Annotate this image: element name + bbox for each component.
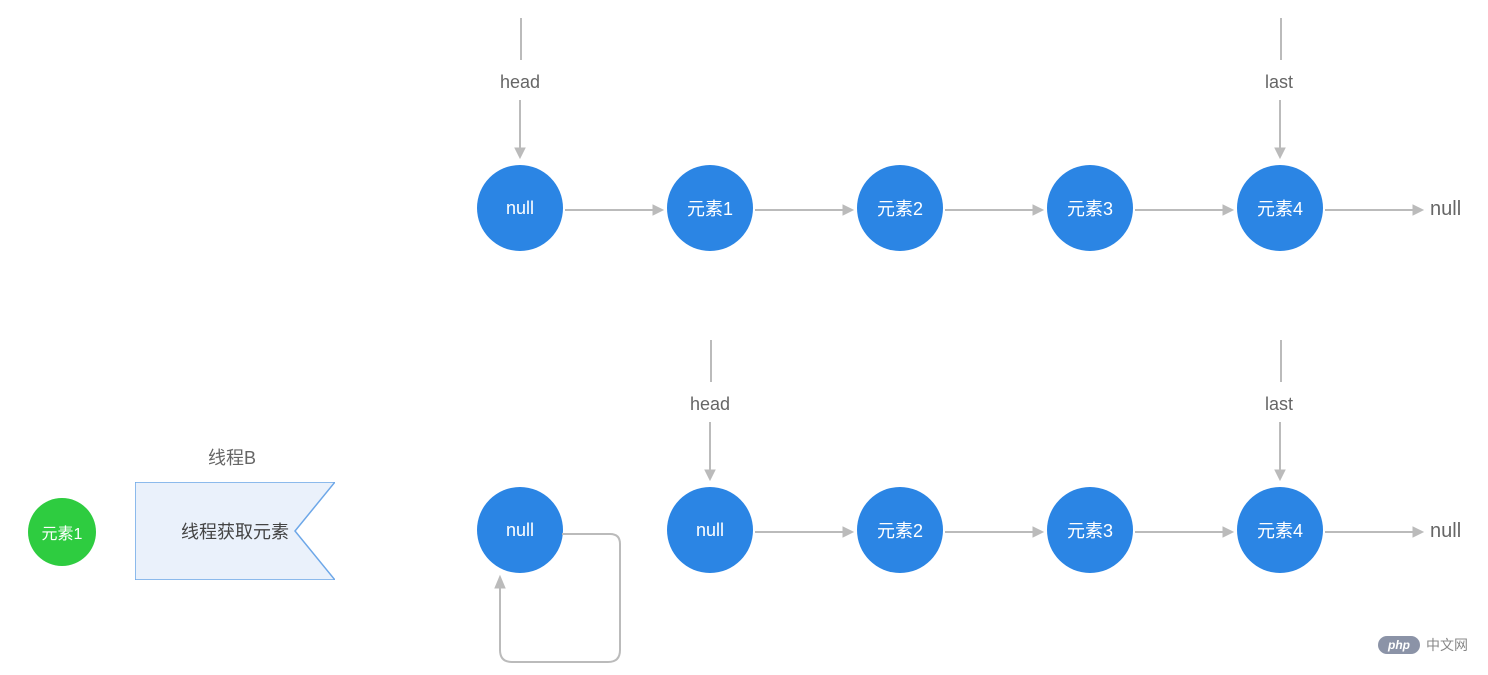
thread-action-shape: 线程获取元素 <box>135 482 335 580</box>
bottom-node-1: null <box>667 487 753 573</box>
thread-action-label: 线程获取元素 <box>181 518 289 544</box>
bottom-node-3: 元素3 <box>1047 487 1133 573</box>
top-node-3: 元素3 <box>1047 165 1133 251</box>
last-tick-bottom <box>1280 340 1282 382</box>
last-arrow-top <box>1270 100 1290 160</box>
bottom-node-2: 元素2 <box>857 487 943 573</box>
bottom-node-4: 元素4 <box>1237 487 1323 573</box>
head-label-top: head <box>500 72 540 93</box>
top-node-4: 元素4 <box>1237 165 1323 251</box>
last-arrow-bottom <box>1270 422 1290 482</box>
top-link-1-2 <box>755 200 855 220</box>
result-element-node: 元素1 <box>28 498 96 566</box>
top-link-3-4 <box>1135 200 1235 220</box>
head-arrow-bottom <box>700 422 720 482</box>
head-tick-top <box>520 18 522 60</box>
bottom-link-2-3 <box>945 522 1045 542</box>
head-arrow-top <box>510 100 530 160</box>
watermark-text: 中文网 <box>1426 635 1468 655</box>
top-node-2: 元素2 <box>857 165 943 251</box>
top-link-4-null <box>1325 200 1425 220</box>
bottom-self-loop <box>480 530 630 670</box>
top-link-2-3 <box>945 200 1045 220</box>
top-null-end: null <box>1430 198 1461 221</box>
last-label-bottom: last <box>1265 394 1293 415</box>
php-badge: php <box>1378 636 1420 654</box>
top-node-1: 元素1 <box>667 165 753 251</box>
bottom-null-end: null <box>1430 520 1461 543</box>
head-tick-bottom <box>710 340 712 382</box>
last-tick-top <box>1280 18 1282 60</box>
bottom-link-1-2 <box>755 522 855 542</box>
top-node-0: null <box>477 165 563 251</box>
bottom-link-4-null <box>1325 522 1425 542</box>
last-label-top: last <box>1265 72 1293 93</box>
watermark: php 中文网 <box>1378 635 1468 655</box>
head-label-bottom: head <box>690 394 730 415</box>
bottom-link-3-4 <box>1135 522 1235 542</box>
thread-name-label: 线程B <box>208 444 256 470</box>
top-link-0-1 <box>565 200 665 220</box>
